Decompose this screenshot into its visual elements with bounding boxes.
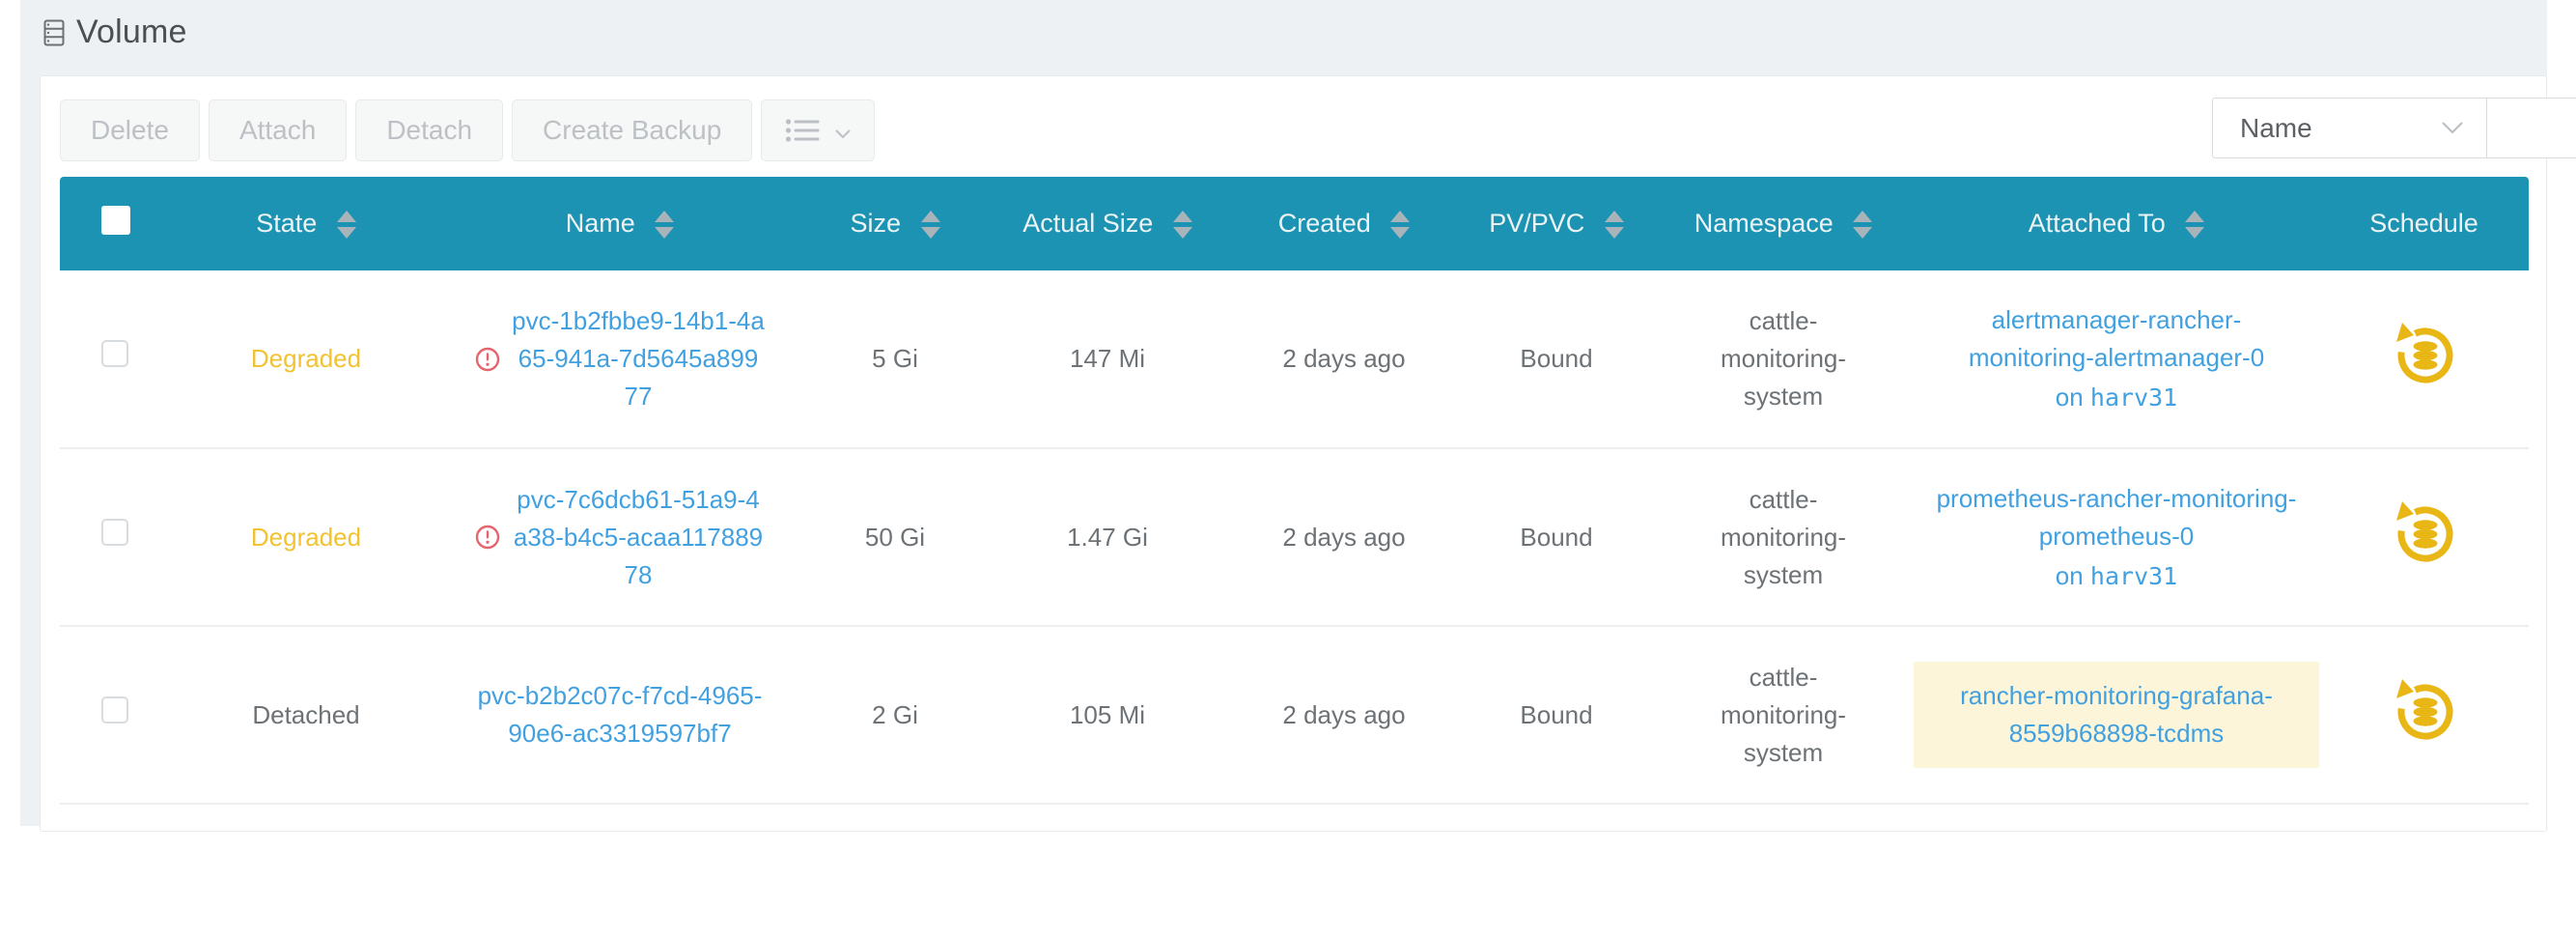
created-cell: 2 days ago xyxy=(1228,626,1460,804)
pv-pvc-cell: Bound xyxy=(1460,448,1653,626)
sort-icon xyxy=(337,211,356,239)
delete-button[interactable]: Delete xyxy=(60,99,200,161)
table-row: Detached pvc-b2b2c07c-f7cd-4965-90e6-ac3… xyxy=(60,626,2529,804)
created-cell: 2 days ago xyxy=(1228,270,1460,448)
column-header-size[interactable]: Size xyxy=(803,177,987,270)
column-header-created[interactable]: Created xyxy=(1228,177,1460,270)
column-header-state[interactable]: State xyxy=(176,177,436,270)
page-header: Volume xyxy=(43,14,187,51)
created-cell: 2 days ago xyxy=(1228,448,1460,626)
size-cell: 50 Gi xyxy=(803,448,987,626)
status-badge: Degraded xyxy=(251,523,361,552)
page-title: Volume xyxy=(76,14,187,51)
volume-name-link[interactable]: pvc-b2b2c07c-f7cd-4965-90e6-ac3319597bf7 xyxy=(475,677,765,752)
sort-icon xyxy=(1605,211,1624,239)
volume-name-link[interactable]: pvc-1b2fbbe9-14b1-4a65-941a-7d5645a89977 xyxy=(512,302,765,415)
size-cell: 2 Gi xyxy=(803,626,987,804)
size-cell: 5 Gi xyxy=(803,270,987,448)
recurring-backup-schedule-icon xyxy=(2393,322,2456,385)
table-row: Degraded pvc-7c6dcb61-51a9-4a38-b4c5-aca… xyxy=(60,448,2529,626)
namespace-cell: cattle-monitoring-system xyxy=(1704,302,1863,415)
attached-node: on harv31 xyxy=(1914,557,2319,595)
namespace-cell: cattle-monitoring-system xyxy=(1704,659,1863,772)
attached-node: on harv31 xyxy=(1914,379,2319,416)
recurring-backup-schedule-icon xyxy=(2393,500,2456,564)
node-name: harv31 xyxy=(2090,562,2177,590)
filter-field-value: Name xyxy=(2240,113,2312,144)
list-icon xyxy=(785,117,820,144)
volume-table: State Name Size Actual Size xyxy=(60,177,2529,805)
detach-button[interactable]: Detach xyxy=(355,99,503,161)
attached-workload-link[interactable]: alertmanager-rancher-monitoring-alertman… xyxy=(1931,301,2303,377)
actual-size-cell: 1.47 Gi xyxy=(987,448,1228,626)
status-badge: Degraded xyxy=(251,344,361,373)
attached-workload-link-highlighted[interactable]: rancher-monitoring-grafana-8559b68898-tc… xyxy=(1914,662,2319,768)
chevron-down-icon xyxy=(2442,122,2463,134)
status-badge: Detached xyxy=(252,700,359,729)
node-name: harv31 xyxy=(2090,383,2177,412)
header-checkbox-cell xyxy=(60,177,176,270)
sort-icon xyxy=(1853,211,1872,239)
sort-icon xyxy=(1390,211,1410,239)
actual-size-cell: 105 Mi xyxy=(987,626,1228,804)
alert-icon xyxy=(475,347,500,372)
toolbar: Delete Attach Detach Create Backup xyxy=(60,99,2527,161)
chevron-down-icon xyxy=(835,115,851,146)
filter-search-input[interactable] xyxy=(2486,98,2576,158)
sort-icon xyxy=(655,211,674,239)
actual-size-cell: 147 Mi xyxy=(987,270,1228,448)
recurring-backup-schedule-icon xyxy=(2393,678,2456,742)
column-header-schedule: Schedule xyxy=(2319,177,2529,270)
sort-icon xyxy=(1173,211,1192,239)
more-actions-dropdown-button[interactable] xyxy=(761,99,875,161)
filter-field-select[interactable]: Name xyxy=(2212,98,2487,158)
create-backup-button[interactable]: Create Backup xyxy=(512,99,752,161)
sort-icon xyxy=(2185,211,2204,239)
table-row: Degraded pvc-1b2fbbe9-14b1-4a65-941a-7d5… xyxy=(60,270,2529,448)
column-header-name[interactable]: Name xyxy=(436,177,803,270)
select-all-checkbox[interactable] xyxy=(101,206,130,235)
pv-pvc-cell: Bound xyxy=(1460,626,1653,804)
attach-button[interactable]: Attach xyxy=(209,99,347,161)
row-checkbox[interactable] xyxy=(101,519,128,546)
sort-icon xyxy=(921,211,940,239)
column-header-namespace[interactable]: Namespace xyxy=(1653,177,1914,270)
filter-group: Name xyxy=(2212,98,2576,158)
alert-icon xyxy=(475,525,500,550)
volume-rack-icon xyxy=(43,19,65,46)
attached-workload-link[interactable]: prometheus-rancher-monitoring-prometheus… xyxy=(1931,480,2303,555)
column-header-pv-pvc[interactable]: PV/PVC xyxy=(1460,177,1653,270)
table-body: Degraded pvc-1b2fbbe9-14b1-4a65-941a-7d5… xyxy=(60,270,2529,804)
volume-name-link[interactable]: pvc-7c6dcb61-51a9-4a38-b4c5-acaa11788978 xyxy=(512,481,765,594)
column-header-actual-size[interactable]: Actual Size xyxy=(987,177,1228,270)
volume-table-card: Delete Attach Detach Create Backup xyxy=(40,75,2547,832)
namespace-cell: cattle-monitoring-system xyxy=(1704,481,1863,594)
row-checkbox[interactable] xyxy=(101,340,128,367)
row-checkbox[interactable] xyxy=(101,696,128,724)
table-header: State Name Size Actual Size xyxy=(60,177,2529,270)
volume-page-panel: Volume Delete Attach Detach Create Backu… xyxy=(20,0,2547,826)
pv-pvc-cell: Bound xyxy=(1460,270,1653,448)
column-header-attached-to[interactable]: Attached To xyxy=(1914,177,2319,270)
